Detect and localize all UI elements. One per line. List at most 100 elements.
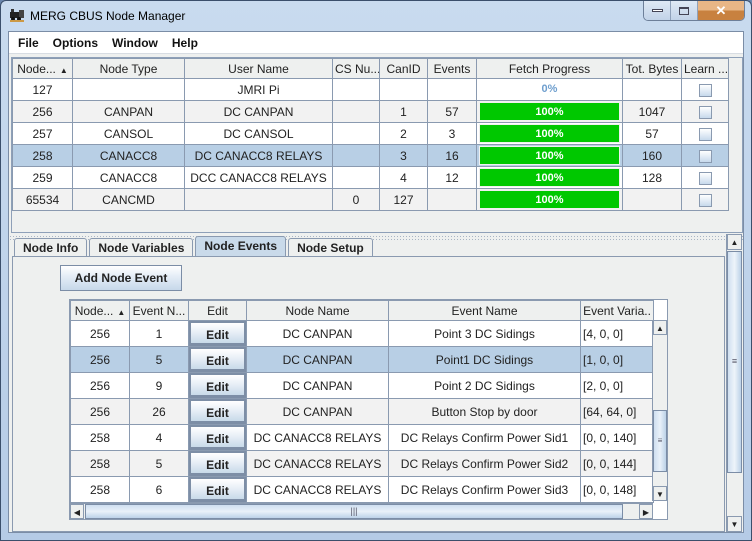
scroll-up-icon[interactable]: ▲ [653,320,667,335]
fetch-progress-cell: 100% [476,100,623,123]
event-row[interactable]: 256 26 Edit DC CANPAN Button Stop by door [64… [70,398,654,425]
edit-event-button[interactable]: Edit [189,321,246,346]
col-fetch-progress[interactable]: Fetch Progress [476,58,623,79]
event-node-name: DC CANPAN [246,398,389,425]
learn-checkbox[interactable] [698,149,712,163]
event-node-name: DC CANACC8 RELAYS [246,476,389,503]
node-table: Node... ▲ Node Type User Name CS Nu... Ca… [12,58,729,211]
node-type: CANACC8 [72,166,185,189]
cs-number [332,100,380,123]
event-count: 3 [427,122,477,145]
event-node-number: 258 [70,450,130,477]
edit-event-button[interactable]: Edit [189,373,246,398]
cs-number: 0 [332,188,380,211]
node-row[interactable]: 256 CANPAN DC CANPAN 1 57 100% 1047 [12,100,729,123]
event-number: 5 [129,450,189,477]
tab-node-events[interactable]: Node Events [195,236,287,257]
edit-event-button[interactable]: Edit [189,477,246,502]
menu-file[interactable]: File [11,36,46,50]
learn-checkbox[interactable] [698,105,712,119]
panel-vertical-scrollbar[interactable]: ▲ ≡ ▼ [726,234,742,532]
col-learn[interactable]: Learn ... [681,58,729,79]
title-bar[interactable]: MERG CBUS Node Manager ✕ [1,1,751,31]
event-number: 9 [129,372,189,399]
col-events[interactable]: Events [427,58,477,79]
event-node-number: 256 [70,372,130,399]
tab-node-variables[interactable]: Node Variables [89,238,194,257]
node-row[interactable]: 127 JMRI Pi 0% [12,78,729,101]
edit-event-button[interactable]: Edit [189,399,246,424]
learn-checkbox[interactable] [698,193,712,207]
event-number: 5 [129,346,189,373]
node-number: 259 [12,166,73,189]
learn-checkbox[interactable] [698,171,712,185]
node-row[interactable]: 258 CANACC8 DC CANACC8 RELAYS 3 16 100% 160 [12,144,729,167]
total-bytes: 1047 [622,100,682,123]
col-event-variables[interactable]: Event Varia.. [580,300,654,321]
edit-event-button[interactable]: Edit [189,451,246,476]
node-type: CANCMD [72,188,185,211]
user-name: DC CANACC8 RELAYS [184,144,333,167]
event-name: Point1 DC Sidings [388,346,581,373]
scroll-right-icon[interactable]: ▶ [639,504,653,519]
event-row[interactable]: 258 5 Edit DC CANACC8 RELAYS DC Relays Confi… [70,450,654,477]
event-row[interactable]: 258 4 Edit DC CANACC8 RELAYS DC Relays Confi… [70,424,654,451]
fetch-progress-bar: 100% [479,124,620,143]
menu-help[interactable]: Help [165,36,205,50]
col-tot-bytes[interactable]: Tot. Bytes [622,58,682,79]
scroll-thumb[interactable]: ||| [85,504,623,519]
menu-options[interactable]: Options [46,36,105,50]
events-vertical-scrollbar[interactable]: ▲ ≡ ▼ [652,320,667,501]
total-bytes [622,78,682,101]
edit-cell: Edit [188,372,247,399]
learn-checkbox[interactable] [698,83,712,97]
scroll-left-icon[interactable]: ◀ [70,504,84,519]
maximize-button[interactable] [671,1,698,20]
event-row[interactable]: 256 5 Edit DC CANPAN Point1 DC Sidings [1, 0,… [70,346,654,373]
col-node[interactable]: Node... ▲ [12,58,73,79]
tab-node-setup[interactable]: Node Setup [288,238,373,257]
node-row[interactable]: 65534 CANCMD 0 127 100% [12,188,729,211]
event-row[interactable]: 256 9 Edit DC CANPAN Point 2 DC Sidings [2, 0… [70,372,654,399]
window-title: MERG CBUS Node Manager [30,9,186,23]
window-controls: ✕ [643,1,745,21]
col-cs-num[interactable]: CS Nu... [332,58,380,79]
can-id: 2 [379,122,428,145]
col-event-num[interactable]: Event N... [129,300,189,321]
total-bytes: 128 [622,166,682,189]
col-canid[interactable]: CanID [379,58,428,79]
col-edit[interactable]: Edit [188,300,247,321]
close-button[interactable]: ✕ [698,1,744,20]
col-event-name[interactable]: Event Name [388,300,581,321]
node-row[interactable]: 259 CANACC8 DCC CANACC8 RELAYS 4 12 100% 128 [12,166,729,189]
fetch-progress-cell: 100% [476,144,623,167]
tab-node-info[interactable]: Node Info [14,238,88,257]
scroll-down-icon[interactable]: ▼ [653,486,667,501]
node-events-table-pane: Node... ▲ Event N... Edit Node Name Event… [69,299,668,520]
scroll-thumb[interactable]: ≡ [653,410,667,472]
col-ev-node[interactable]: Node... ▲ [70,300,130,321]
event-name: Point 3 DC Sidings [388,320,581,347]
edit-event-button[interactable]: Edit [189,425,246,450]
event-row[interactable]: 256 1 Edit DC CANPAN Point 3 DC Sidings [4, 0… [70,320,654,347]
learn-checkbox[interactable] [698,127,712,141]
node-row[interactable]: 257 CANSOL DC CANSOL 2 3 100% 57 [12,122,729,145]
cs-number [332,78,380,101]
node-number: 256 [12,100,73,123]
col-user-name[interactable]: User Name [184,58,333,79]
scroll-down-icon[interactable]: ▼ [727,516,742,532]
events-horizontal-scrollbar[interactable]: ◀ ||| ▶ [70,503,653,519]
col-node-name[interactable]: Node Name [246,300,389,321]
minimize-button[interactable] [644,1,671,20]
event-row[interactable]: 258 6 Edit DC CANACC8 RELAYS DC Relays Confi… [70,476,654,503]
edit-event-button[interactable]: Edit [189,347,246,372]
menu-window[interactable]: Window [105,36,165,50]
scroll-up-icon[interactable]: ▲ [727,234,742,250]
can-id: 4 [379,166,428,189]
add-node-event-button[interactable]: Add Node Event [60,265,182,291]
scroll-thumb[interactable]: ≡ [727,251,742,473]
fetch-progress-bar: 100% [479,146,620,165]
cs-number [332,122,380,145]
col-node-type[interactable]: Node Type [72,58,185,79]
user-name: JMRI Pi [184,78,333,101]
